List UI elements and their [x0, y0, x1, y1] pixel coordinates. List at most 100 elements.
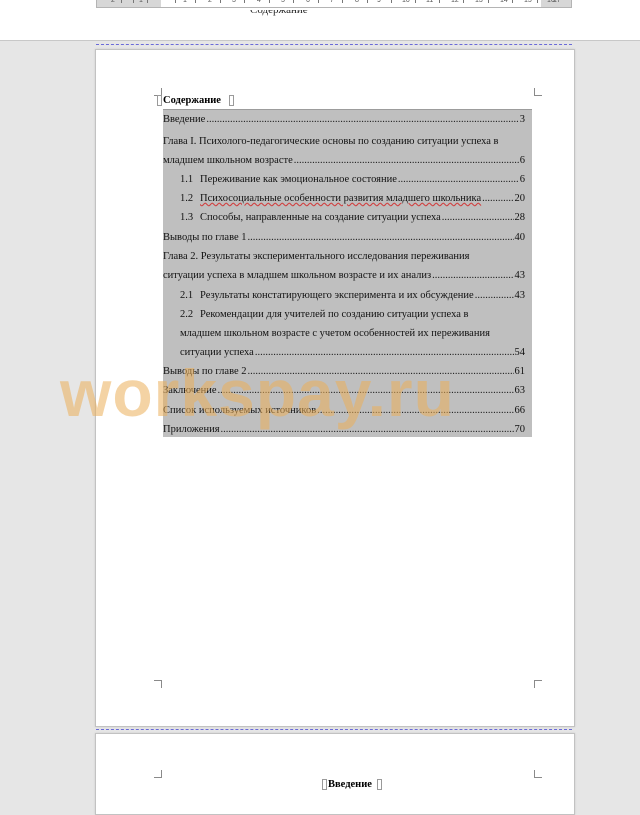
ruler-number: 9 — [377, 0, 381, 4]
toc-leader-dots: ........................................… — [317, 405, 513, 416]
margin-corner-mark — [154, 770, 162, 778]
toc-leader-dots: ........................................… — [247, 366, 514, 377]
margin-corner-mark — [534, 770, 542, 778]
toc-entry-title: младшем школьном возрасте — [163, 155, 293, 166]
toc-entry[interactable]: Глава I. Психолого-педагогические основы… — [163, 132, 532, 151]
toc-entry-page: 43 — [514, 270, 526, 281]
toc-entry-page: 6 — [519, 174, 525, 185]
ruler-tick — [121, 0, 122, 3]
section-heading[interactable]: Введение — [328, 779, 372, 790]
ruler-number: 10 — [402, 0, 410, 4]
toc-entry[interactable]: 2.1 Результаты констатирующего экспериме… — [180, 286, 532, 305]
toc-entry-page: 61 — [514, 366, 526, 377]
toc-entry-page: 40 — [514, 232, 526, 243]
ruler-number: 8 — [355, 0, 359, 4]
field-marker-icon — [229, 95, 234, 106]
toc-leader-dots: ........................................… — [206, 114, 519, 125]
toc-entry[interactable]: Список используемых источников .........… — [163, 401, 532, 420]
ruler-tick — [391, 0, 392, 3]
ruler-tick — [415, 0, 416, 3]
ruler-tick — [342, 0, 343, 3]
ruler-tick — [195, 0, 196, 3]
toc-entry-page: 3 — [519, 114, 525, 125]
toc-entry-page: 43 — [514, 290, 526, 301]
toc-entry[interactable]: Заключение .............................… — [163, 381, 532, 400]
toc-leader-dots: ........................................… — [254, 347, 514, 358]
toc-entry-page: 20 — [514, 193, 526, 204]
document-page[interactable] — [95, 733, 575, 815]
toc-entry-title: Глава I. Психолого-педагогические основы… — [163, 136, 499, 147]
toc-entry-title: Рекомендации для учителей по созданию си… — [200, 309, 469, 320]
toc-entry-title: Способы, направленные на создание ситуац… — [200, 212, 441, 223]
toc-entry-page: 54 — [514, 347, 526, 358]
toc-leader-dots: ........................................… — [220, 424, 514, 435]
toc-entry-title: ситуации успеха — [180, 347, 254, 358]
toc-entry[interactable]: 1.1 Переживание как эмоциональное состоя… — [180, 170, 532, 189]
toc-entry-number: 1.2 — [180, 193, 194, 204]
field-marker-icon — [322, 779, 327, 790]
previous-page-text-fragment: Содержание — [250, 10, 308, 16]
ruler-tick — [512, 0, 513, 3]
horizontal-ruler[interactable]: 2 1 1 2 3 4 5 6 7 8 9 10 11 12 13 14 15 … — [96, 0, 572, 8]
toc-entry[interactable]: младшем школьном возрасте ..............… — [163, 151, 532, 170]
toc-entry[interactable]: ситуации успеха ........................… — [180, 343, 532, 362]
ruler-tick — [367, 0, 368, 3]
toc-entry-title: Психосоциальные особенности развития мла… — [200, 193, 482, 204]
toc-entry[interactable]: 1.3 Способы, направленные на создание си… — [180, 208, 532, 227]
toc-entry[interactable]: Выводы по главе 2 ......................… — [163, 362, 532, 381]
toc-entry-number: 1.1 — [180, 174, 194, 185]
toc-entry-title: Приложения — [163, 424, 220, 435]
toc-entry-page: 63 — [514, 385, 526, 396]
ruler-tick — [269, 0, 270, 3]
ruler-tick — [463, 0, 464, 3]
toc-leader-dots: ........................................… — [397, 174, 519, 185]
ruler-number: 2 — [208, 0, 212, 4]
toc-leader-dots: ........................................… — [482, 193, 514, 204]
toc-entry[interactable]: Выводы по главе 1 ......................… — [163, 228, 532, 247]
toc-heading[interactable]: Содержание — [163, 95, 221, 106]
margin-corner-mark — [534, 88, 542, 96]
toc-entry-page: 6 — [519, 155, 525, 166]
toc-entry-page: 28 — [514, 212, 526, 223]
ruler-tick — [488, 0, 489, 3]
ruler-number: 2 — [111, 0, 115, 4]
toc-entry-title: младшем школьном возрасте с учетом особе… — [180, 328, 490, 339]
ruler-tick — [147, 0, 148, 3]
toc-leader-dots: ........................................… — [474, 290, 514, 301]
table-of-contents[interactable]: Введение ...............................… — [163, 109, 532, 437]
toc-entry[interactable]: Глава 2. Результаты экспериментального и… — [163, 247, 532, 266]
toc-entry-page: 66 — [514, 405, 526, 416]
ruler-number: 4 — [257, 0, 261, 4]
ruler-left-margin[interactable] — [97, 0, 161, 7]
toc-entry-title: Заключение — [163, 385, 217, 396]
toc-leader-dots: ........................................… — [432, 270, 514, 281]
toc-entry-title: Выводы по главе 1 — [163, 232, 247, 243]
margin-corner-mark — [154, 680, 162, 688]
toc-entry-page: 70 — [514, 424, 526, 435]
ruler-number: 15 — [524, 0, 532, 4]
toc-leader-dots: ........................................… — [441, 212, 514, 223]
toc-entry[interactable]: 2.2 Рекомендации для учителей по создани… — [180, 305, 532, 324]
page-break-line — [96, 729, 572, 730]
toc-entry[interactable]: Приложения .............................… — [163, 420, 532, 439]
toc-entry-title: Список используемых источников — [163, 405, 317, 416]
ruler-tick — [244, 0, 245, 3]
ruler-tick — [175, 0, 176, 3]
toc-entry[interactable]: ситуации успеха в младшем школьном возра… — [163, 266, 532, 285]
toc-entry[interactable]: младшем школьном возрасте с учетом особе… — [180, 324, 532, 343]
ruler-tick — [133, 0, 134, 3]
toc-entry-title: Результаты констатирующего эксперимента … — [200, 290, 474, 301]
toc-entry-number: 2.2 — [180, 309, 194, 320]
margin-corner-mark — [534, 680, 542, 688]
field-marker-icon — [157, 95, 162, 106]
ruler-tick — [318, 0, 319, 3]
ruler-number: 6 — [306, 0, 310, 4]
toc-entry[interactable]: 1.2 Психосоциальные особенности развития… — [180, 189, 532, 208]
toc-leader-dots: ........................................… — [247, 232, 514, 243]
toc-entry[interactable]: Введение ...............................… — [163, 110, 532, 129]
ruler-bar: 2 1 1 2 3 4 5 6 7 8 9 10 11 12 13 14 15 … — [0, 0, 640, 41]
toc-entry-title: Выводы по главе 2 — [163, 366, 247, 377]
toc-entry-title: Введение — [163, 114, 206, 125]
toc-entry-title: Глава 2. Результаты экспериментального и… — [163, 251, 470, 262]
ruler-number: 7 — [330, 0, 334, 4]
